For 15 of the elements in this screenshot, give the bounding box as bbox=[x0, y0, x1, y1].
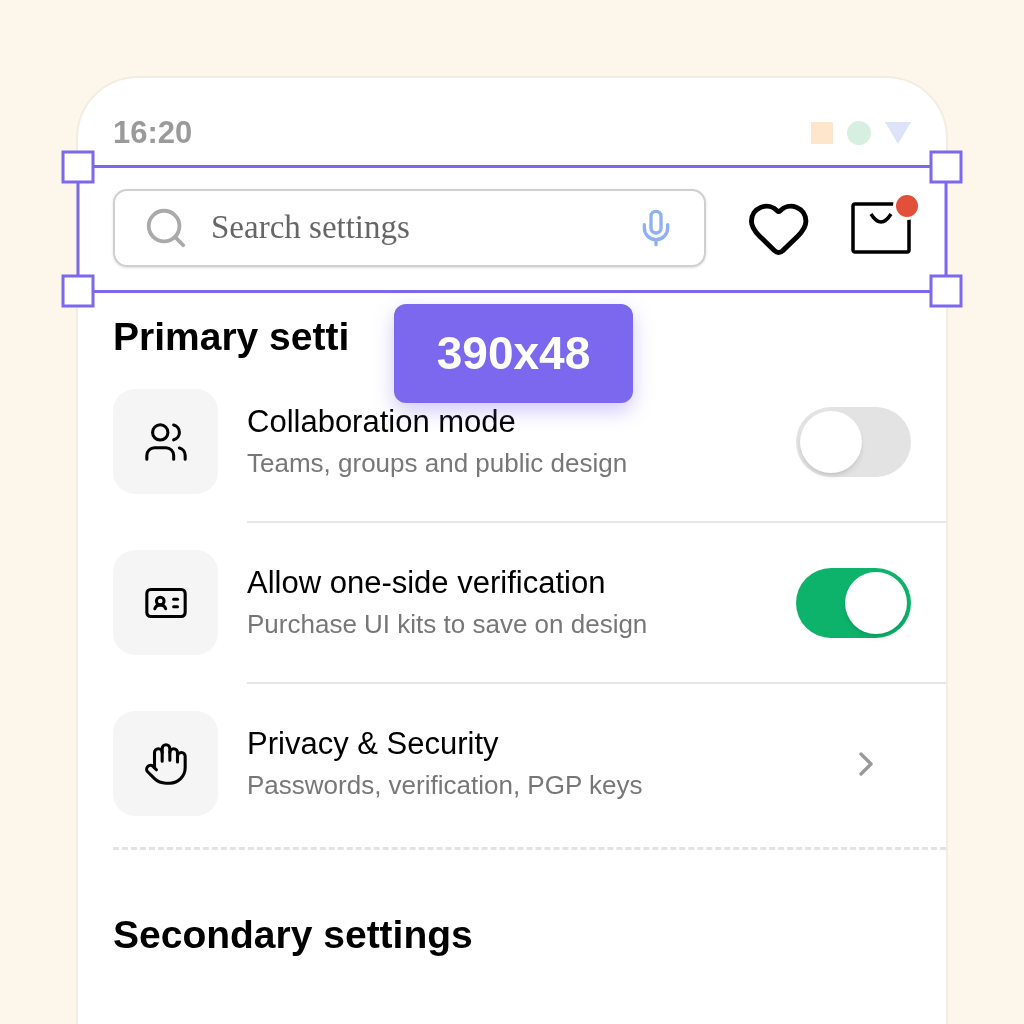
search-input[interactable]: Search settings bbox=[211, 203, 636, 253]
setting-title: Privacy & Security bbox=[247, 724, 500, 763]
square-icon bbox=[811, 122, 833, 144]
status-time: 16:20 bbox=[113, 113, 193, 152]
hand-icon bbox=[142, 740, 189, 787]
search-bar[interactable]: Search settings bbox=[113, 189, 706, 267]
triangle-icon bbox=[885, 122, 911, 144]
section-heading: Primary setti bbox=[113, 314, 350, 360]
section-heading: Secondary settings bbox=[112, 912, 474, 958]
dimension-label: 390x48 bbox=[394, 304, 633, 403]
setting-title: Allow one-side verification bbox=[247, 563, 607, 602]
setting-subtitle: Passwords, verification, PGP keys bbox=[247, 768, 644, 802]
setting-title: Collaboration mode bbox=[247, 402, 517, 441]
setting-subtitle: Teams, groups and public design bbox=[247, 446, 629, 480]
setting-subtitle: Purchase UI kits to save on design bbox=[247, 607, 649, 641]
